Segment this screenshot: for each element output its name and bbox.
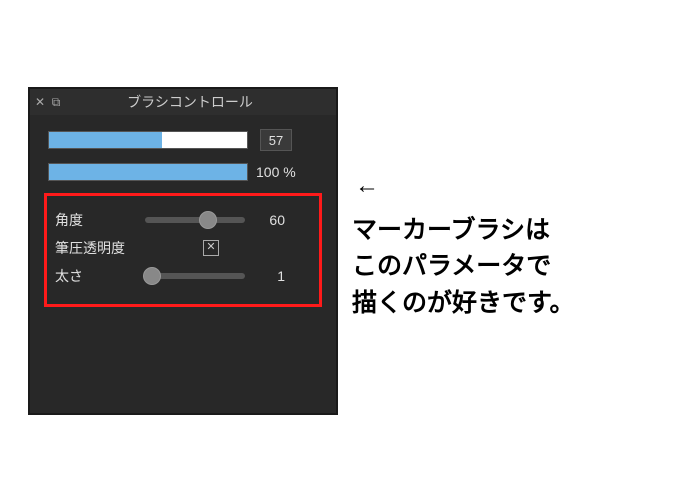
flow-row: 100 % <box>48 163 318 181</box>
angle-slider[interactable] <box>145 217 245 223</box>
angle-label: 角度 <box>55 210 145 230</box>
flow-bar[interactable] <box>48 163 248 181</box>
thickness-slider-knob[interactable] <box>143 267 161 285</box>
flow-bar-fill <box>49 164 247 180</box>
pressure-opacity-row: 筆圧透明度 ✕ <box>55 234 311 262</box>
opacity-value[interactable]: 57 <box>260 129 292 151</box>
thickness-value: 1 <box>251 268 285 284</box>
brush-control-panel: ✕ ⧉ ブラシコントロール 57 100 % 角度 <box>28 87 338 415</box>
angle-row: 角度 60 <box>55 206 311 234</box>
popout-icon[interactable]: ⧉ <box>48 95 64 110</box>
highlight-box: 角度 60 筆圧透明度 ✕ 太さ 1 <box>44 193 322 307</box>
caption-line-2: このパラメータで <box>352 248 575 284</box>
flow-value: 100 % <box>256 164 296 180</box>
opacity-bar[interactable] <box>48 131 248 149</box>
panel-titlebar: ✕ ⧉ ブラシコントロール <box>30 89 336 115</box>
panel-body: 57 100 % 角度 60 筆圧透明度 ✕ <box>30 115 336 307</box>
pressure-opacity-checkbox[interactable]: ✕ <box>203 240 219 256</box>
annotation-caption: マーカーブラシは このパラメータで 描くのが好きです。 <box>352 212 575 321</box>
annotation-arrow-icon: ← <box>355 172 379 200</box>
close-icon[interactable]: ✕ <box>30 95 46 109</box>
caption-line-1: マーカーブラシは <box>352 212 575 248</box>
caption-line-3: 描くのが好きです。 <box>352 285 575 321</box>
angle-slider-knob[interactable] <box>199 211 217 229</box>
opacity-bar-fill <box>49 132 162 148</box>
angle-value: 60 <box>251 212 285 228</box>
opacity-row: 57 <box>48 129 318 151</box>
pressure-opacity-label: 筆圧透明度 <box>55 238 145 258</box>
panel-title: ブラシコントロール <box>64 92 336 112</box>
thickness-label: 太さ <box>55 266 145 286</box>
thickness-slider[interactable] <box>145 273 245 279</box>
thickness-row: 太さ 1 <box>55 262 311 290</box>
